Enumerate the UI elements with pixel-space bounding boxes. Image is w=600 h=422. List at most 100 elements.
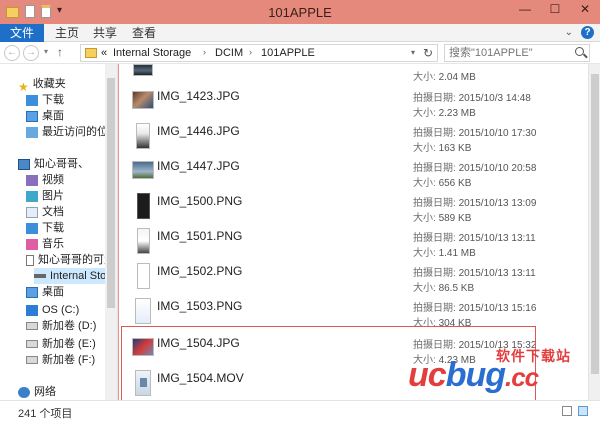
search-icon[interactable] <box>575 47 584 56</box>
list-item[interactable]: IMG_1447.JPG 拍摄日期: 2015/10/10 20:58 大小: … <box>119 155 588 190</box>
file-size: 163 KB <box>438 143 472 154</box>
tab-view[interactable]: 查看 <box>129 24 159 42</box>
list-item[interactable]: IMG_1446.JPG 拍摄日期: 2015/10/10 17:30 大小: … <box>119 120 588 155</box>
phone-icon <box>26 254 34 266</box>
sidebar-item-drive-d[interactable]: 新加卷 (D:) <box>26 318 96 334</box>
sidebar-item-this-pc[interactable]: 知心哥哥、 <box>18 156 89 172</box>
list-item[interactable]: IMG_1423.JPG 拍摄日期: 2015/10/3 14:48 大小: 2… <box>119 85 588 120</box>
list-item[interactable]: IMG_1500.PNG 拍摄日期: 2015/10/13 13:09 大小: … <box>119 190 588 225</box>
size-label: 大小: <box>413 178 436 189</box>
music-icon <box>26 238 38 250</box>
file-date: 2015/10/13 13:09 <box>458 198 537 209</box>
sidebar-item-favorites[interactable]: ★ 收藏夹 <box>18 76 66 94</box>
tiles-view-icon[interactable] <box>578 406 588 416</box>
help-icon[interactable]: ? <box>581 26 594 39</box>
file-date: 2015/10/10 17:30 <box>458 128 537 139</box>
breadcrumb-separator-icon[interactable]: › <box>203 47 206 57</box>
search-box[interactable] <box>444 44 590 62</box>
refresh-icon[interactable]: ↻ <box>423 46 433 60</box>
breadcrumb-overflow[interactable]: « <box>101 47 107 59</box>
date-label: 拍摄日期: <box>413 233 456 244</box>
sidebar-item-internal-storage[interactable]: Internal Storage <box>34 268 106 284</box>
file-thumbnail <box>135 298 151 324</box>
date-label: 拍摄日期: <box>413 198 456 209</box>
minimize-button[interactable]: — <box>510 0 540 20</box>
expand-ribbon-chevron-icon[interactable]: ⌄ <box>565 27 573 38</box>
search-input[interactable] <box>449 46 567 60</box>
video-icon <box>26 174 38 186</box>
file-name: IMG_1447.JPG <box>157 159 240 173</box>
sidebar-item-music[interactable]: 音乐 <box>26 236 64 252</box>
network-icon <box>18 386 30 398</box>
watermark-brand: ucbug.cc <box>408 356 539 394</box>
size-label: 大小: <box>413 283 436 294</box>
file-name: IMG_1500.PNG <box>157 194 243 208</box>
list-item[interactable]: IMG_1502.PNG 拍摄日期: 2015/10/13 13:11 大小: … <box>119 260 588 295</box>
list-item[interactable]: IMG_1501.PNG 拍摄日期: 2015/10/13 13:11 大小: … <box>119 225 588 260</box>
address-history-dropdown-icon[interactable]: ▾ <box>411 48 415 57</box>
size-label: 大小: <box>413 213 436 224</box>
item-count: 241 个项目 <box>18 408 73 420</box>
close-button[interactable]: ✕ <box>570 0 600 20</box>
file-date: 2015/10/3 14:48 <box>458 93 531 104</box>
sidebar-scrollbar-thumb[interactable] <box>107 78 115 308</box>
size-label: 大小: <box>413 72 436 83</box>
date-label: 拍摄日期: <box>413 128 456 139</box>
sidebar-item-pictures[interactable]: 图片 <box>26 188 64 204</box>
tab-home[interactable]: 主页 <box>52 24 82 42</box>
breadcrumb-separator-icon[interactable]: › <box>249 47 252 57</box>
file-thumbnail <box>132 91 154 109</box>
date-label: 拍摄日期: <box>413 268 456 279</box>
file-list-scrollbar-thumb[interactable] <box>591 74 599 374</box>
computer-icon <box>18 158 30 170</box>
recent-places-icon <box>26 126 38 138</box>
address-bar[interactable]: « Internal Storage › DCIM › 101APPLE ▾ ↻ <box>80 44 438 62</box>
file-size: 589 KB <box>438 213 472 224</box>
watermark-logo: 软件下载站 ucbug.cc <box>408 344 594 400</box>
sidebar-item-drive-e[interactable]: 新加卷 (E:) <box>26 336 96 352</box>
date-label: 拍摄日期: <box>413 303 456 314</box>
sidebar-item-drive-f[interactable]: 新加卷 (F:) <box>26 352 95 368</box>
download-icon <box>26 94 38 106</box>
folder-icon <box>85 48 97 58</box>
breadcrumb-internal-storage[interactable]: Internal Storage <box>113 47 191 59</box>
breadcrumb-dcim[interactable]: DCIM <box>215 47 243 59</box>
file-size: 656 KB <box>438 178 472 189</box>
list-item[interactable]: IMG_1503.PNG 拍摄日期: 2015/10/13 15:16 大小: … <box>119 295 588 330</box>
size-label: 大小: <box>413 143 436 154</box>
forward-button[interactable]: → <box>23 45 39 61</box>
file-thumbnail <box>136 123 150 149</box>
sidebar-item-documents[interactable]: 文档 <box>26 204 64 220</box>
maximize-button[interactable]: ☐ <box>540 0 570 20</box>
details-view-icon[interactable] <box>562 406 572 416</box>
tab-file[interactable]: 文件 <box>0 24 44 42</box>
list-item[interactable]: 大小: 2.04 MB <box>119 64 588 83</box>
sidebar-scrollbar[interactable] <box>105 64 117 400</box>
storage-drive-icon <box>34 274 46 279</box>
back-button[interactable]: ← <box>4 45 20 61</box>
file-date: 2015/10/10 20:58 <box>458 163 537 174</box>
sidebar-item-desktop-pc[interactable]: 桌面 <box>26 284 64 300</box>
file-thumbnail <box>137 263 150 289</box>
up-button[interactable]: ↑ <box>57 45 63 59</box>
document-icon <box>26 206 38 218</box>
file-thumbnail <box>132 161 154 179</box>
download-icon <box>26 222 38 234</box>
sidebar-item-videos[interactable]: 视频 <box>26 172 64 188</box>
file-name: IMG_1446.JPG <box>157 124 240 138</box>
tab-share[interactable]: 共享 <box>90 24 120 42</box>
sidebar-item-network[interactable]: 网络 <box>18 384 56 400</box>
sidebar-item-desktop[interactable]: 桌面 <box>26 108 64 124</box>
breadcrumb-101apple[interactable]: 101APPLE <box>261 47 315 59</box>
recent-locations-dropdown-icon[interactable]: ▾ <box>44 47 48 56</box>
date-label: 拍摄日期: <box>413 93 456 104</box>
sidebar-item-drive-c[interactable]: OS (C:) <box>26 302 79 318</box>
navigation-bar: ← → ▾ ↑ « Internal Storage › DCIM › 101A… <box>0 42 600 64</box>
file-thumbnail <box>133 64 153 76</box>
sidebar-item-downloads[interactable]: 下载 <box>26 92 64 108</box>
file-size: 86.5 KB <box>438 283 475 294</box>
ribbon: 文件 主页 共享 查看 ⌄ ? <box>0 24 600 42</box>
file-date: 2015/10/13 13:11 <box>458 233 536 244</box>
sidebar-item-downloads-pc[interactable]: 下载 <box>26 220 64 236</box>
file-size: 2.23 MB <box>438 108 476 119</box>
